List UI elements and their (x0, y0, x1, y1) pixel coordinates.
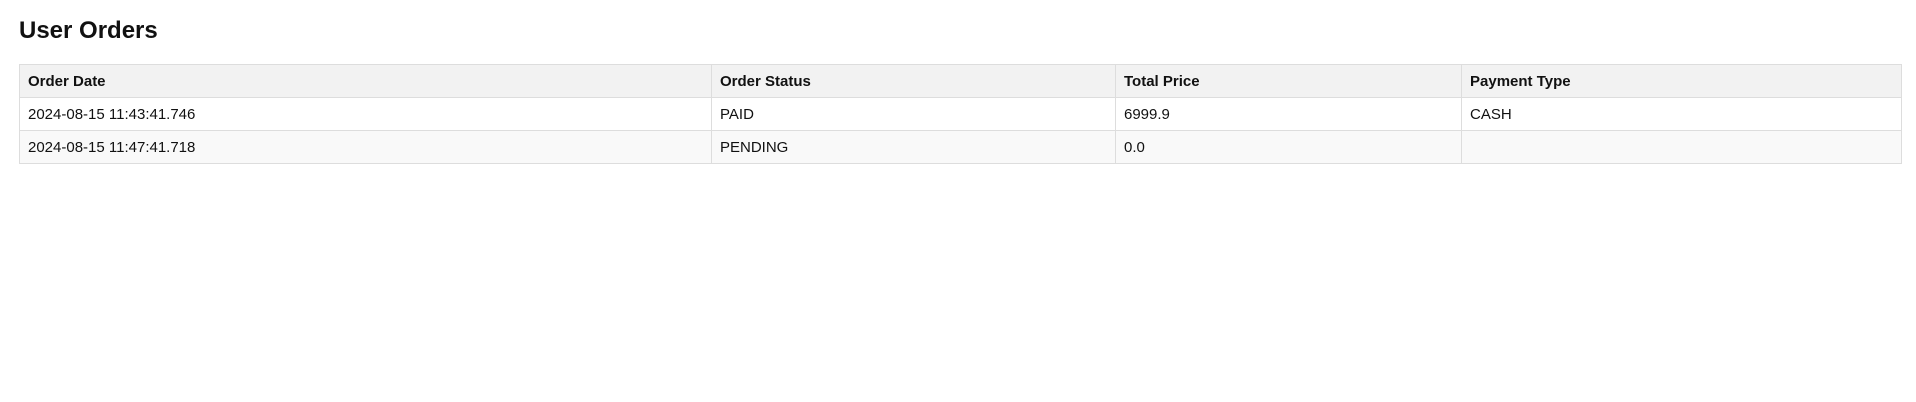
cell-order-date: 2024-08-15 11:43:41.746 (19, 97, 712, 131)
cell-order-status: PENDING (711, 130, 1116, 164)
cell-payment-type: CASH (1461, 97, 1902, 131)
cell-payment-type (1461, 130, 1902, 164)
column-header-total-price: Total Price (1115, 64, 1462, 98)
cell-total-price: 6999.9 (1115, 97, 1462, 131)
cell-order-date: 2024-08-15 11:47:41.718 (19, 130, 712, 164)
page-container: User Orders Order Date Order Status Tota… (19, 14, 1902, 164)
table-row: 2024-08-15 11:43:41.746 PAID 6999.9 CASH (19, 97, 1902, 131)
cell-total-price: 0.0 (1115, 130, 1462, 164)
table-row: 2024-08-15 11:47:41.718 PENDING 0.0 (19, 130, 1902, 164)
column-header-order-status: Order Status (711, 64, 1116, 98)
column-header-order-date: Order Date (19, 64, 712, 98)
column-header-payment-type: Payment Type (1461, 64, 1902, 98)
cell-order-status: PAID (711, 97, 1116, 131)
page-title: User Orders (19, 17, 158, 44)
table-header-row: Order Date Order Status Total Price Paym… (19, 64, 1902, 98)
orders-table: Order Date Order Status Total Price Paym… (19, 64, 1902, 164)
